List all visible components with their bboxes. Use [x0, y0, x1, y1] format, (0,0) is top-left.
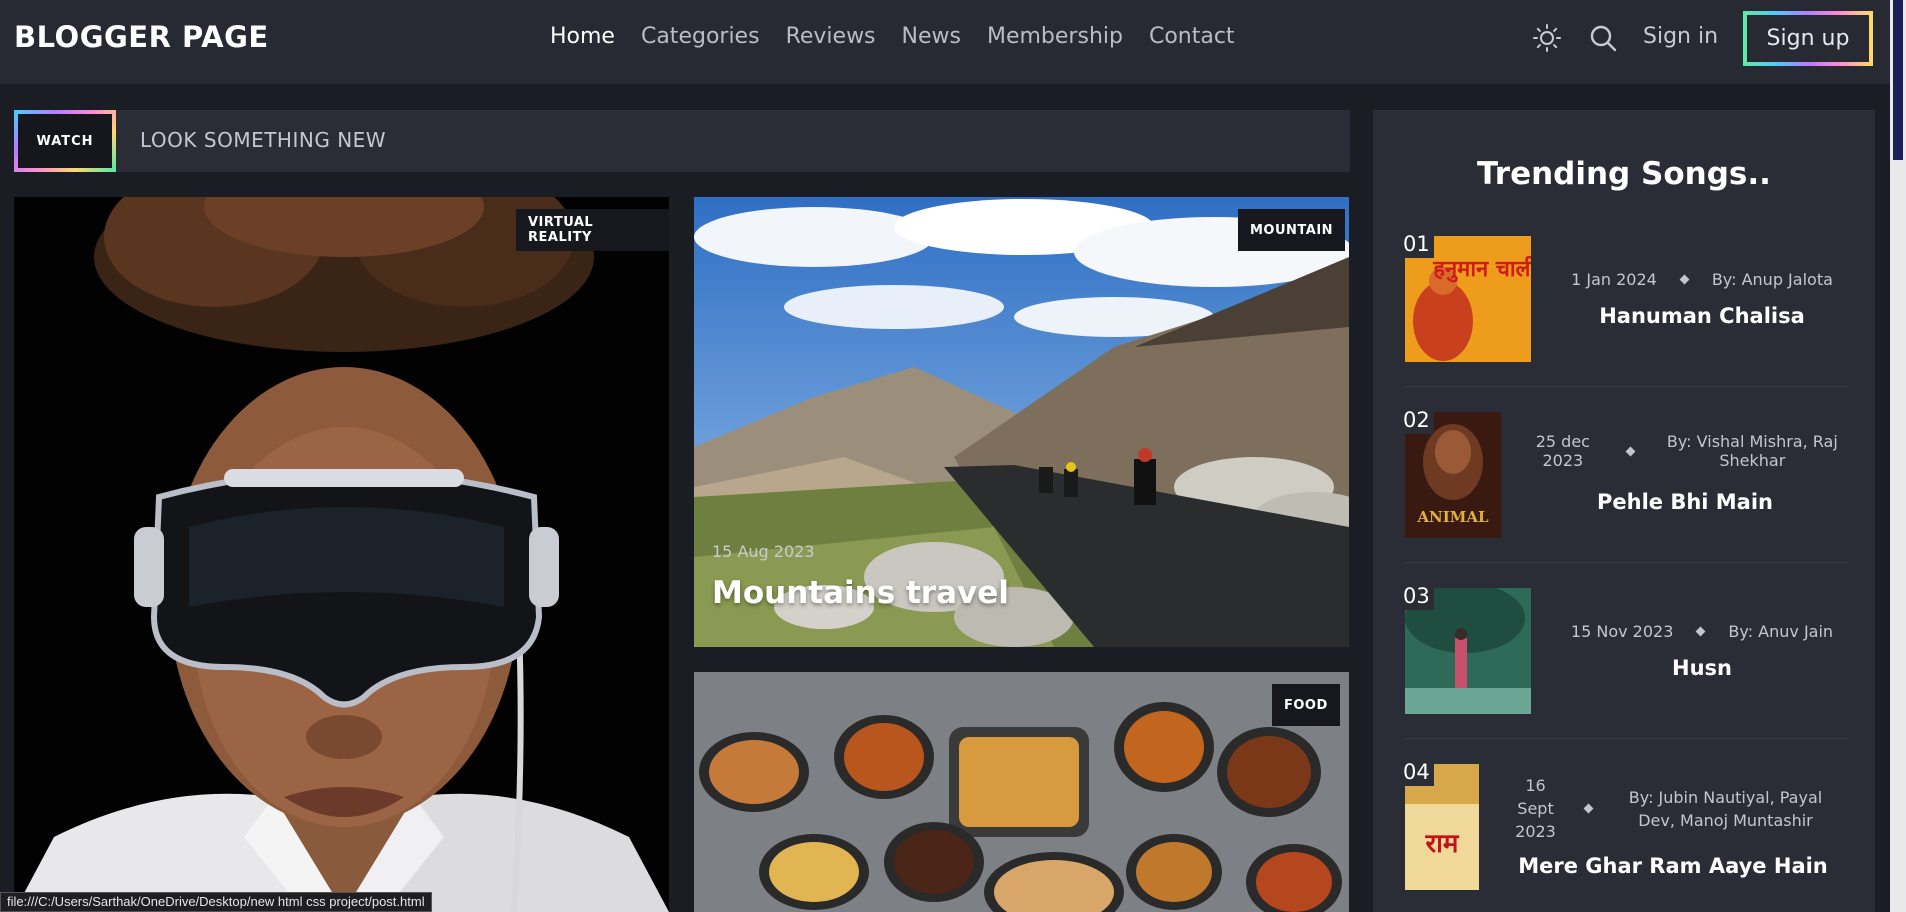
post-date: 15 Aug 2023 — [712, 542, 815, 561]
divider — [1405, 386, 1847, 387]
poster-title: हनुमान चालीसा — [1432, 255, 1531, 283]
song-artist: By: Vishal Mishra, Raj Shekhar — [1666, 432, 1838, 470]
song-meta: 15 Nov 2023 By: Anuv Jain — [1557, 622, 1847, 641]
song-rank: 04 — [1399, 760, 1434, 786]
page-scrollbar[interactable] — [1890, 0, 1906, 912]
song-artist: By: Anup Jalota — [1711, 270, 1833, 289]
vr-post-card[interactable]: VIRTUAL REALITY — [14, 197, 669, 912]
trending-songs-panel: Trending Songs.. 01 हनुमान चालीसा 1 Jan … — [1373, 110, 1875, 912]
browser-status-bar: file:///C:/Users/Sarthak/OneDrive/Deskto… — [0, 892, 432, 912]
nav-news[interactable]: News — [902, 24, 961, 49]
poster-title: ANIMAL — [1416, 508, 1489, 526]
search-icon[interactable] — [1589, 24, 1617, 52]
food-dishes-image — [694, 672, 1349, 912]
category-tag[interactable]: MOUNTAIN — [1238, 209, 1346, 251]
song-title[interactable]: Hanuman Chalisa — [1557, 304, 1847, 328]
news-ticker: WATCH LOOK SOMETHING NEW — [14, 110, 1350, 172]
song-artist: By: Anuv Jain — [1728, 622, 1834, 641]
song-item[interactable]: 01 हनुमान चालीसा 1 Jan 2024 By: Anup Jal… — [1399, 232, 1847, 362]
song-title[interactable]: Mere Ghar Ram Aaye Hain — [1499, 854, 1847, 878]
song-rank: 03 — [1399, 584, 1434, 610]
song-date: 15 Nov 2023 — [1570, 622, 1674, 641]
vr-headset-woman-image — [14, 197, 669, 912]
song-date: 25 dec 2023 — [1535, 432, 1590, 470]
separator-dot — [1679, 274, 1690, 285]
divider — [1405, 738, 1847, 739]
nav-categories[interactable]: Categories — [641, 24, 760, 49]
category-tag[interactable]: FOOD — [1272, 684, 1340, 726]
ticker-text[interactable]: LOOK SOMETHING NEW — [140, 128, 386, 152]
song-meta: 1 Jan 2024 By: Anup Jalota — [1557, 270, 1847, 289]
separator-dot — [1625, 446, 1636, 456]
song-item[interactable]: 04 राम 16 Sept 2023 By: Jubin Nautiyal, … — [1399, 760, 1847, 890]
song-date: 1 Jan 2024 — [1571, 270, 1657, 289]
song-meta: 16 Sept 2023 By: Jubin Nautiyal, Payal D… — [1499, 774, 1847, 843]
song-item[interactable]: 03 15 Nov 2023 By: Anuv Jain Husn — [1399, 584, 1847, 714]
song-title[interactable]: Pehle Bhi Main — [1523, 490, 1847, 514]
signin-link[interactable]: Sign in — [1643, 24, 1718, 49]
song-meta: 25 dec 2023 By: Vishal Mishra, Raj Shekh… — [1523, 432, 1847, 470]
trending-title: Trending Songs.. — [1477, 156, 1771, 192]
sun-icon[interactable] — [1533, 24, 1561, 52]
song-date: 16 Sept 2023 — [1515, 776, 1556, 841]
nav-contact[interactable]: Contact — [1149, 24, 1235, 49]
song-title[interactable]: Husn — [1557, 656, 1847, 680]
separator-dot — [1695, 626, 1706, 637]
main-nav: Home Categories Reviews News Membership … — [550, 24, 1235, 49]
signup-button[interactable]: Sign up — [1743, 11, 1873, 66]
nav-home[interactable]: Home — [550, 24, 615, 49]
poster-title: राम — [1425, 829, 1460, 859]
separator-dot — [1583, 803, 1593, 814]
top-navbar: BLOGGER PAGE Home Categories Reviews New… — [0, 0, 1890, 84]
nav-reviews[interactable]: Reviews — [786, 24, 876, 49]
site-logo[interactable]: BLOGGER PAGE — [14, 20, 269, 54]
watch-badge[interactable]: WATCH — [14, 110, 116, 172]
category-tag[interactable]: VIRTUAL REALITY — [516, 209, 669, 251]
food-post-card[interactable]: FOOD — [694, 672, 1349, 912]
song-rank: 02 — [1399, 408, 1434, 434]
song-item[interactable]: 02 ANIMAL 25 dec 2023 By: Vishal Mishra,… — [1399, 408, 1847, 538]
song-rank: 01 — [1399, 232, 1434, 258]
post-title[interactable]: Mountains travel — [712, 575, 1009, 611]
nav-membership[interactable]: Membership — [987, 24, 1123, 49]
song-artist: By: Jubin Nautiyal, Payal Dev, Manoj Mun… — [1628, 787, 1823, 830]
scrollbar-thumb[interactable] — [1893, 0, 1903, 160]
divider — [1405, 562, 1847, 563]
mountain-post-card[interactable]: MOUNTAIN 15 Aug 2023 Mountains travel — [694, 197, 1349, 647]
